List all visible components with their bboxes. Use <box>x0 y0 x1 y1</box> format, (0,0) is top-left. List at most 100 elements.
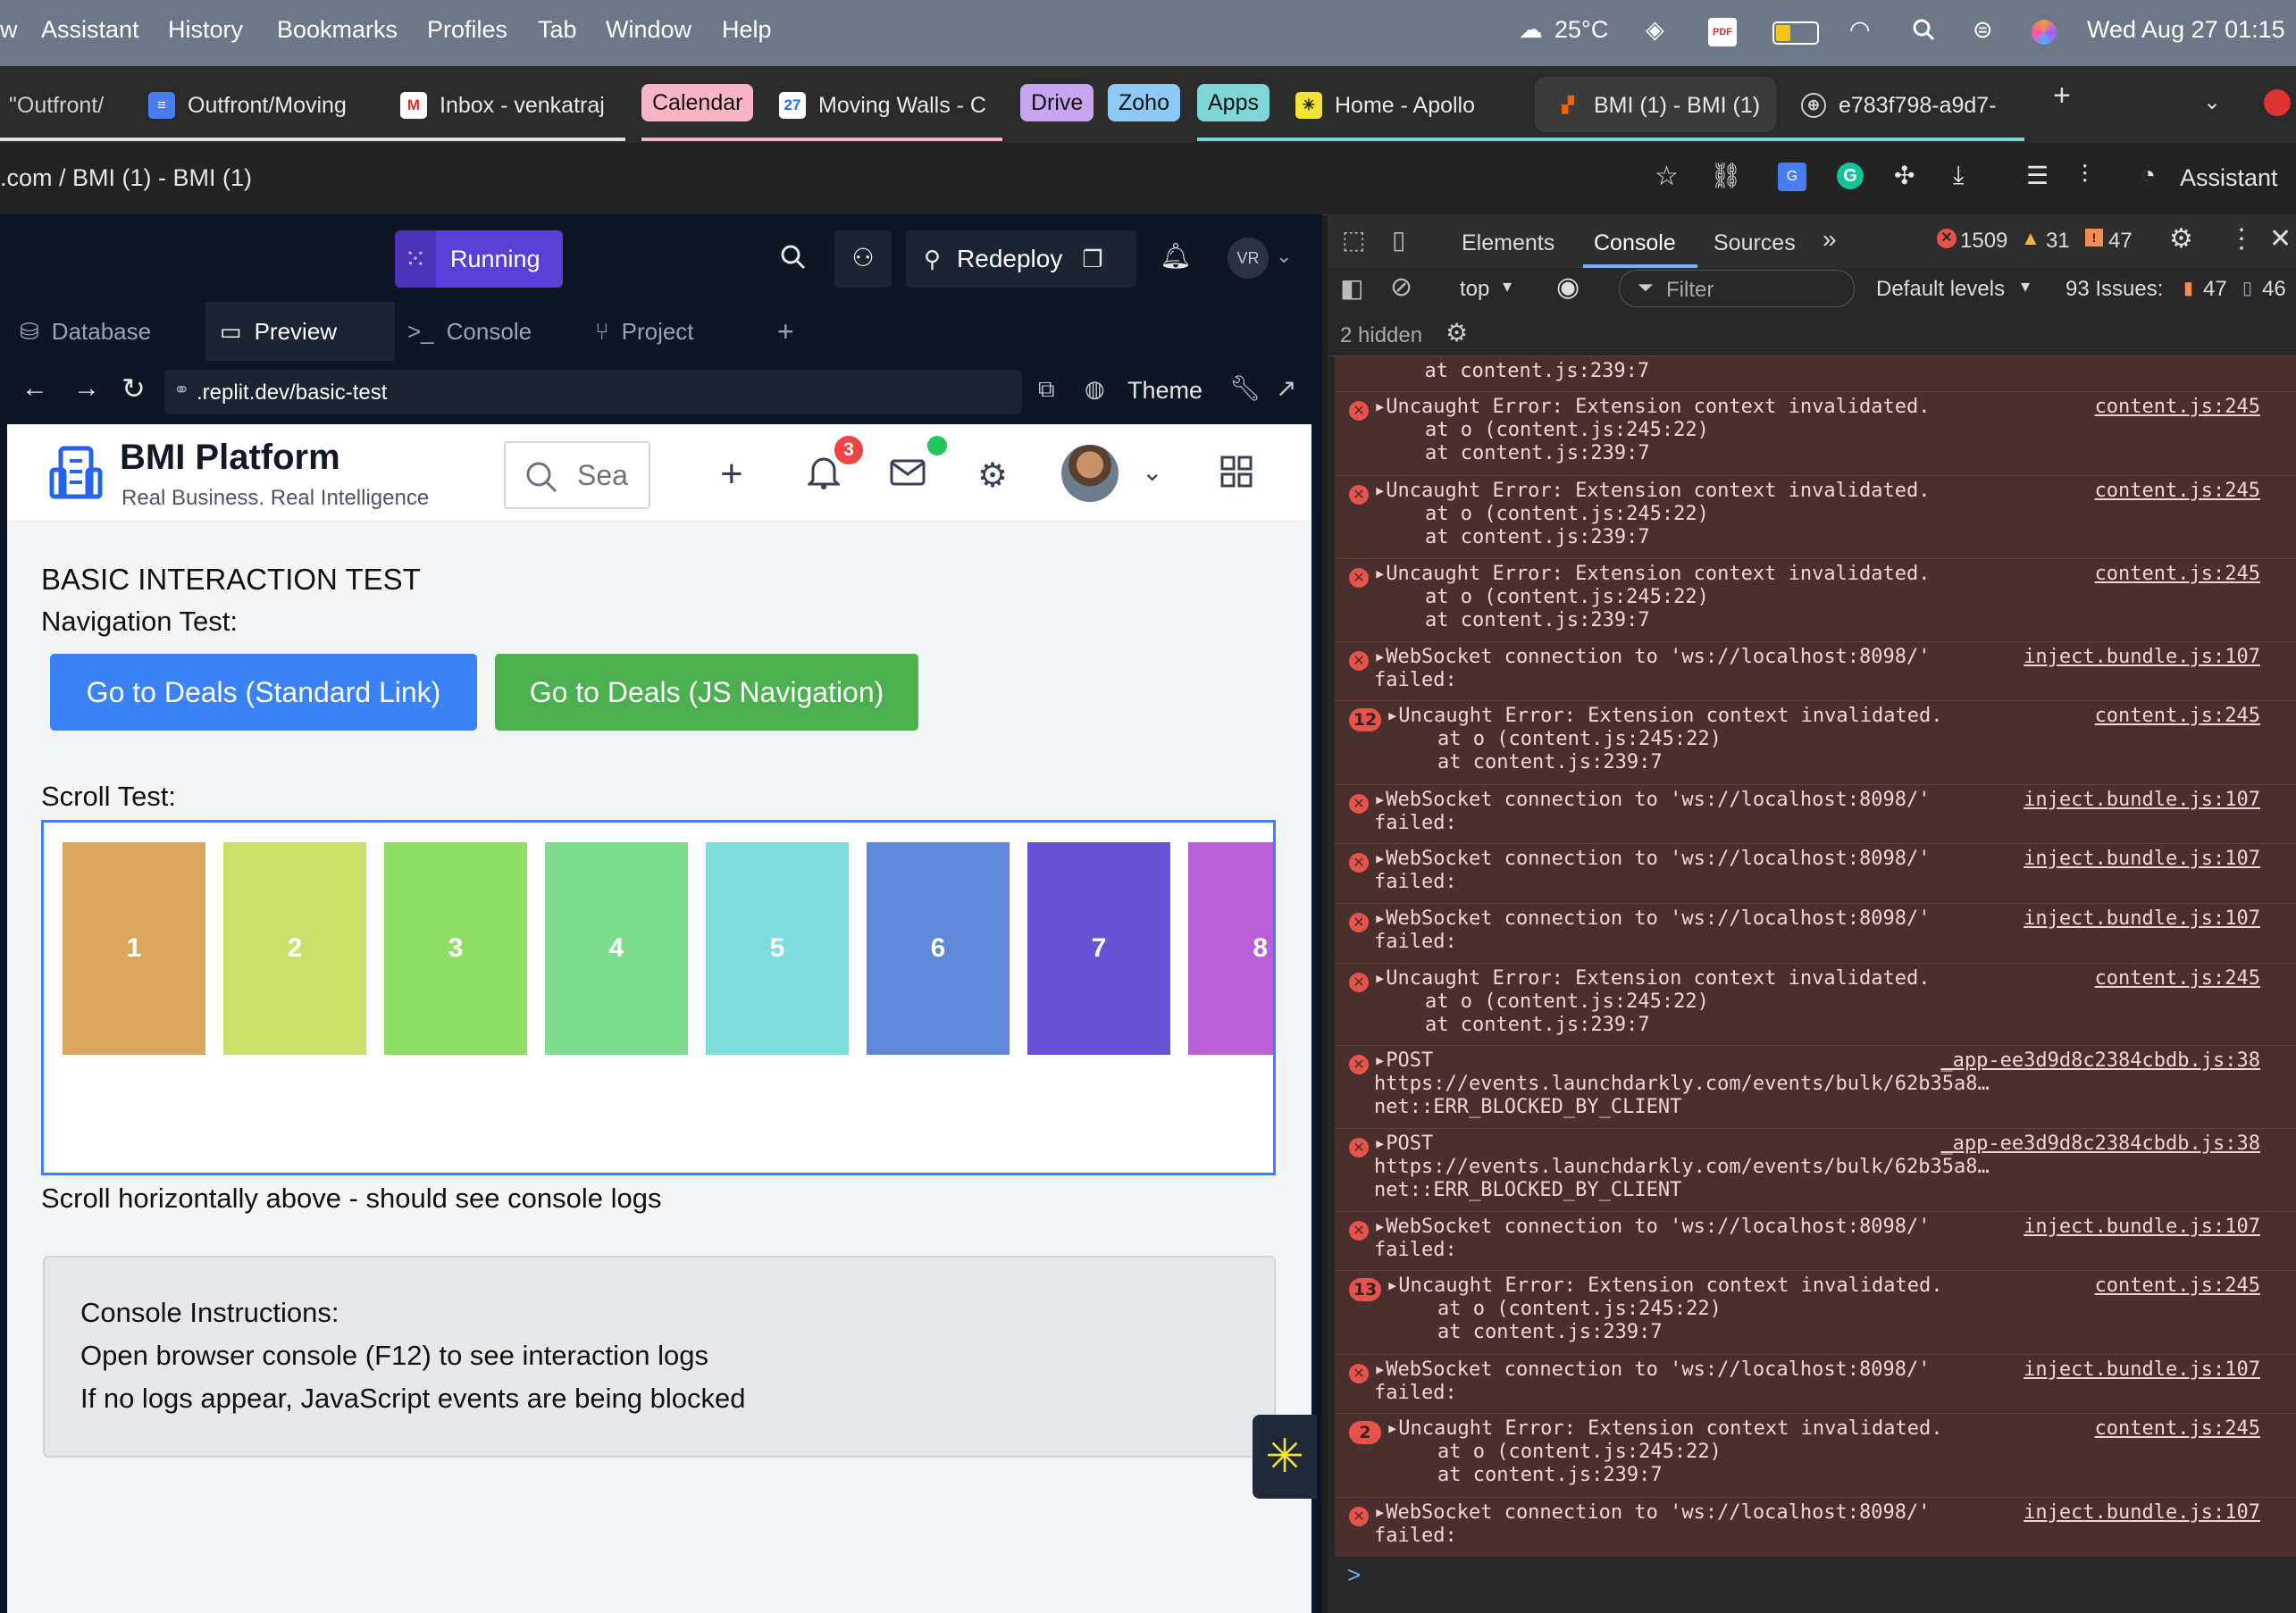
tab-group-apps[interactable]: Apps <box>1197 84 1270 121</box>
add-tab-button[interactable]: + <box>777 309 794 354</box>
menu-item-help[interactable]: Help <box>722 16 772 44</box>
link-icon[interactable]: ⛓ <box>1710 161 1742 190</box>
tab-database[interactable]: ⛁ Database <box>20 309 151 354</box>
console-filter-input[interactable]: ⏷ Filter <box>1619 270 1855 307</box>
audio-icon[interactable]: ⫶ <box>2082 161 2088 190</box>
tab-bmi-active[interactable]: ▞ BMI (1) - BMI (1) <box>1554 86 1769 125</box>
weather-temp[interactable]: 25°C <box>1554 16 1608 44</box>
reader-icon[interactable]: ☰ <box>2026 161 2049 190</box>
tab-uuid[interactable]: ⊕ e783f798-a9d7- <box>1801 86 2015 125</box>
log-source-link[interactable]: _app-ee3d9d8c2384cbdb.js:38 <box>1940 1132 2260 1155</box>
tab-group-drive[interactable]: Drive <box>1020 84 1094 121</box>
preview-url-field[interactable]: ⚭ .replit.dev/basic-test <box>164 370 1022 414</box>
console-error-entry[interactable]: ✕ ▸WebSocket connection to 'ws://localhos… <box>1335 843 2296 904</box>
log-source-link[interactable]: content.js:245 <box>2095 563 2260 585</box>
console-error-entry[interactable]: 12 ▸Uncaught Error: Extension context inv… <box>1335 700 2296 785</box>
menu-item-history[interactable]: History <box>168 16 243 44</box>
back-arrow-icon[interactable]: ← <box>21 373 48 404</box>
menu-item-assistant[interactable]: Assistant <box>41 16 139 44</box>
devtools-close-icon[interactable]: ✕ <box>2269 223 2292 255</box>
open-external-icon[interactable]: ↗ <box>1276 373 1296 403</box>
device-toolbar-icon[interactable]: ▯ <box>1392 225 1405 255</box>
console-error-entry[interactable]: 13 ▸Uncaught Error: Extension context inv… <box>1335 1270 2296 1355</box>
issues-count-b[interactable]: 46 <box>2262 277 2286 302</box>
log-source-link[interactable]: inject.bundle.js:107 <box>2024 848 2260 870</box>
notifications-bell-icon[interactable]: 🔔︎ <box>1160 241 1192 271</box>
menu-item-w[interactable]: w <box>0 16 18 44</box>
brand-name[interactable]: BMI Platform <box>120 438 340 478</box>
clear-console-icon[interactable]: ⊘ <box>1390 272 1412 303</box>
log-source-link[interactable]: inject.bundle.js:107 <box>2024 1501 2260 1524</box>
console-prompt[interactable]: > <box>1347 1561 1361 1589</box>
clock[interactable]: Wed Aug 27 01:15 <box>2087 16 2285 44</box>
console-error-entry[interactable]: ✕ ▸POST https://events.launchdarkly.com/ev… <box>1335 1128 2296 1212</box>
forward-arrow-icon[interactable]: → <box>73 373 100 404</box>
log-source-link[interactable]: content.js:245 <box>2095 967 2260 990</box>
log-source-link[interactable]: inject.bundle.js:107 <box>2024 907 2260 930</box>
issues-label[interactable]: 93 Issues: <box>2066 277 2163 302</box>
palette-icon[interactable]: ◍ <box>1085 375 1105 403</box>
menu-item-window[interactable]: Window <box>606 16 691 44</box>
devices-icon[interactable]: ⧉ <box>1038 375 1055 404</box>
console-error-entry[interactable]: ✕ ▸WebSocket connection to 'ws://localhos… <box>1335 903 2296 964</box>
log-source-link[interactable]: inject.bundle.js:107 <box>2024 646 2260 668</box>
profile-icon[interactable] <box>2264 89 2291 116</box>
bell-icon[interactable] <box>806 454 842 489</box>
assistant-icon[interactable]: ◔ <box>2141 161 2156 189</box>
app-search-input[interactable]: Sea <box>504 441 650 509</box>
tab-moving-walls[interactable]: 27 Moving Walls - C <box>779 86 993 125</box>
assistant-button[interactable]: Assistant <box>2180 164 2278 192</box>
new-tab-button[interactable]: + <box>2053 79 2071 113</box>
weather-icon[interactable]: ☁ <box>1519 16 1543 44</box>
replit-search-icon[interactable] <box>779 243 806 270</box>
tab-group-calendar[interactable]: Calendar <box>641 84 754 121</box>
inspect-element-icon[interactable]: ⬚ <box>1342 225 1365 255</box>
console-error-entry[interactable]: ✕ ▸WebSocket connection to 'ws://localhos… <box>1335 784 2296 844</box>
console-error-entry[interactable]: ✕ ▸WebSocket connection to 'ws://localhos… <box>1335 1354 2296 1414</box>
issues-count-a[interactable]: 47 <box>2203 277 2227 302</box>
log-source-link[interactable]: content.js:245 <box>2095 705 2260 727</box>
tab-search-chevron-icon[interactable]: ⌄ <box>2203 89 2221 115</box>
tab-outfront-moving[interactable]: ≡ Outfront/Moving <box>148 86 363 125</box>
url-text[interactable]: .com / BMI (1) - BMI (1) <box>0 164 252 192</box>
warning-count[interactable]: 31 <box>2046 229 2070 254</box>
tab-project[interactable]: ⑂ Project <box>595 309 694 354</box>
pdf-icon[interactable]: PDF <box>1708 18 1737 46</box>
error-count[interactable]: 1509 <box>1960 229 2007 254</box>
js-navigation-button[interactable]: Go to Deals (JS Navigation) <box>495 654 918 731</box>
add-icon[interactable]: + <box>720 452 743 497</box>
tab-console[interactable]: >_ Console <box>407 309 532 354</box>
console-error-entry[interactable]: ✕ ▸WebSocket connection to 'ws://localhos… <box>1335 641 2296 701</box>
siri-icon[interactable] <box>2032 20 2057 45</box>
console-error-entry[interactable]: ✕ ▸WebSocket connection to 'ws://localhos… <box>1335 1211 2296 1271</box>
battery-icon[interactable] <box>1772 21 1819 45</box>
console-error-entry[interactable]: ✕ ▸Uncaught Error: Extension context inva… <box>1335 391 2296 476</box>
context-select[interactable]: top <box>1460 277 1489 302</box>
console-log-continuation[interactable]: at content.js:239:7 <box>1335 355 2296 392</box>
spotlight-icon[interactable] <box>1912 18 1935 41</box>
console-error-entry[interactable]: ✕ ▸POST https://events.launchdarkly.com/ev… <box>1335 1045 2296 1129</box>
menu-item-profiles[interactable]: Profiles <box>427 16 507 44</box>
log-source-link[interactable]: content.js:245 <box>2095 480 2260 502</box>
console-error-entry[interactable]: ✕ ▸Uncaught Error: Extension context inva… <box>1335 963 2296 1046</box>
tab-elements[interactable]: Elements <box>1462 230 1554 256</box>
tab-console-devtools[interactable]: Console <box>1594 230 1676 256</box>
menu-item-tab[interactable]: Tab <box>538 16 577 44</box>
console-error-entry[interactable]: ✕ ▸Uncaught Error: Extension context inva… <box>1335 475 2296 559</box>
tab-group-zoho[interactable]: Zoho <box>1108 84 1180 121</box>
log-levels-select[interactable]: Default levels <box>1876 277 2005 302</box>
levels-dropdown-icon[interactable]: ▾ <box>2021 275 2030 297</box>
user-avatar[interactable]: VR <box>1228 238 1269 279</box>
tab-sources[interactable]: Sources <box>1714 230 1796 256</box>
translate-icon[interactable]: G <box>1778 163 1806 191</box>
wifi-icon[interactable]: ◠ <box>1849 16 1871 44</box>
log-source-link[interactable]: inject.bundle.js:107 <box>2024 789 2260 811</box>
download-icon[interactable]: ⤓ <box>1953 161 1964 190</box>
log-source-link[interactable]: content.js:245 <box>2095 396 2260 418</box>
sidebar-toggle-icon[interactable]: ◧ <box>1340 273 1363 303</box>
bookmark-star-icon[interactable]: ☆ <box>1655 161 1679 192</box>
reload-icon[interactable]: ↻ <box>122 372 146 405</box>
grammarly-icon[interactable]: G <box>1837 163 1864 189</box>
theme-button[interactable]: Theme <box>1127 377 1202 405</box>
console-error-entry[interactable]: 2 ▸Uncaught Error: Extension context inva… <box>1335 1413 2296 1498</box>
